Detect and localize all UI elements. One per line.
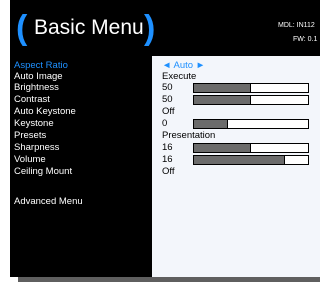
auto-keystone-value[interactable]: Off xyxy=(162,106,175,117)
volume-slider[interactable] xyxy=(193,155,309,165)
volume-slider-fill xyxy=(194,156,286,164)
sharpness-value: 16 xyxy=(162,142,173,153)
firmware-info: FW: 0.1 xyxy=(293,36,318,43)
sharpness-slider[interactable] xyxy=(193,143,309,153)
keystone-slider[interactable] xyxy=(193,119,309,129)
auto-image-value[interactable]: Execute xyxy=(162,71,196,82)
menu-header: ( Basic Menu ) MDL: IN112 FW: 0.1 xyxy=(10,0,320,56)
projector-osd: ( Basic Menu ) MDL: IN112 FW: 0.1 Aspect… xyxy=(10,0,320,287)
model-info: MDL: IN112 xyxy=(278,22,315,29)
brightness-value: 50 xyxy=(162,82,173,93)
menu-item-presets[interactable]: Presets xyxy=(14,130,46,141)
brightness-slider-fill xyxy=(194,84,251,92)
menu-item-volume[interactable]: Volume xyxy=(14,154,46,165)
menu-values-panel: ◄ Auto ► Execute 50 50 Off 0 Presentatio… xyxy=(152,56,320,277)
menu-item-ceiling-mount[interactable]: Ceiling Mount xyxy=(14,166,72,177)
sharpness-slider-fill xyxy=(194,144,251,152)
brightness-slider[interactable] xyxy=(193,83,309,93)
header-paren-open: ( xyxy=(16,9,28,47)
menu-item-contrast[interactable]: Contrast xyxy=(14,94,50,105)
menu-item-aspect-ratio[interactable]: Aspect Ratio xyxy=(14,60,68,71)
presets-value[interactable]: Presentation xyxy=(162,130,215,141)
menu-item-advanced-menu[interactable]: Advanced Menu xyxy=(14,196,83,207)
contrast-slider[interactable] xyxy=(193,95,309,105)
menu-item-keystone[interactable]: Keystone xyxy=(14,118,54,129)
volume-value: 16 xyxy=(162,154,173,165)
contrast-value: 50 xyxy=(162,94,173,105)
ceiling-mount-value[interactable]: Off xyxy=(162,166,175,177)
menu-labels-panel: Aspect Ratio Auto Image Brightness Contr… xyxy=(10,56,152,277)
keystone-value: 0 xyxy=(162,118,168,129)
aspect-ratio-value[interactable]: ◄ Auto ► xyxy=(162,60,205,71)
menu-title: Basic Menu xyxy=(34,16,144,39)
header-paren-close: ) xyxy=(144,9,156,47)
keystone-slider-fill xyxy=(194,120,229,128)
menu-item-brightness[interactable]: Brightness xyxy=(14,82,59,93)
bottom-shadow-bar xyxy=(18,277,320,282)
menu-item-sharpness[interactable]: Sharpness xyxy=(14,142,59,153)
menu-item-auto-image[interactable]: Auto Image xyxy=(14,71,63,82)
contrast-slider-fill xyxy=(194,96,251,104)
menu-item-auto-keystone[interactable]: Auto Keystone xyxy=(14,106,76,117)
